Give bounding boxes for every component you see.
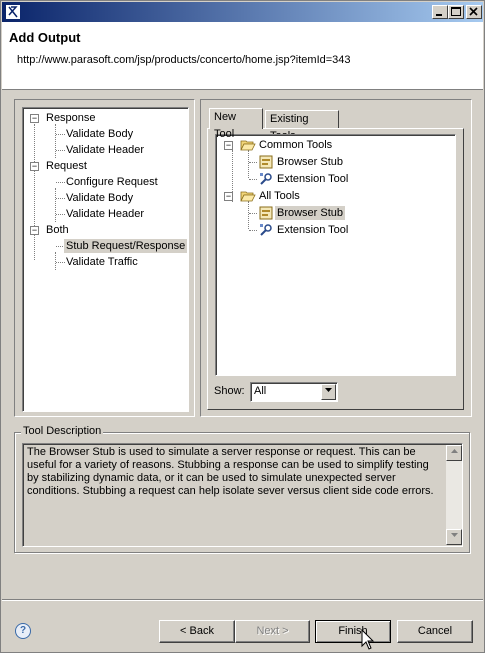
tree-item-validate-header[interactable]: Validate Header [66,206,144,222]
tree-item-validate-body[interactable]: Validate Body [66,126,133,142]
tree-item-label: Browser Stub [277,156,344,168]
tree-item-label: Extension Tool [277,224,349,236]
tree-item-label: Validate Header [66,144,145,156]
tree-node-label: All Tools [259,190,300,202]
tool-tree[interactable]: − Common Tools Browser Stub Extension To… [215,134,456,376]
folder-open-icon [240,191,256,202]
show-label: Show: [214,385,245,397]
header-url: http://www.parasoft.com/jsp/products/con… [17,54,351,66]
tree-item-extension-tool[interactable]: Extension Tool [277,171,348,187]
show-select-value: All [254,385,267,397]
button-separator [2,599,483,601]
tree-item-stub-request-response[interactable]: Stub Request/Response [64,238,188,254]
back-button[interactable]: < Back [159,620,235,643]
minimize-button[interactable] [432,5,448,19]
tree-item-label: Browser Stub [275,206,346,220]
tab-label: New Tool [214,111,237,140]
tree-node-all-tools[interactable]: All Tools [259,188,300,204]
tree-node-response[interactable]: Response [46,110,96,126]
cancel-button[interactable]: Cancel [397,620,473,643]
tool-description-label: Tool Description [21,425,104,437]
chevron-up-icon [450,449,458,453]
show-select[interactable]: All [250,382,338,402]
minimize-icon [436,14,442,16]
tree-node-label: Common Tools [259,139,333,151]
close-button[interactable] [466,5,482,19]
tree-node-label: Both [46,224,69,236]
tree-item-extension-tool[interactable]: Extension Tool [277,222,348,238]
tree-item-validate-traffic[interactable]: Validate Traffic [66,254,138,270]
chevron-down-icon [450,533,458,537]
dialog-header: Add Output http://www.parasoft.com/jsp/p… [2,22,483,90]
collapse-icon[interactable]: − [224,192,233,201]
tree-item-validate-header[interactable]: Validate Header [66,142,144,158]
help-button[interactable]: ? [15,623,31,639]
folder-open-icon [240,140,256,151]
scroll-down-button[interactable] [446,529,462,545]
next-button-label: Next > [256,625,289,637]
tree-item-label: Validate Traffic [66,256,138,268]
collapse-icon[interactable]: − [30,162,39,171]
browser-stub-icon [259,206,273,220]
tree-node-both[interactable]: Both [46,222,69,238]
tree-node-label: Response [46,112,96,124]
app-icon [6,5,20,19]
cancel-button-label: Cancel [417,625,453,637]
tree-item-label: Configure Request [66,176,158,188]
title-bar[interactable] [2,2,483,22]
add-output-dialog: Add Output http://www.parasoft.com/jsp/p… [0,0,485,653]
extension-tool-icon [260,224,272,236]
finish-button[interactable]: Finish [315,620,391,643]
tab-existing-tools[interactable]: Existing Tools [265,110,339,142]
tool-description-text: The Browser Stub is used to simulate a s… [27,446,434,497]
maximize-icon [451,7,461,16]
maximize-button[interactable] [448,5,464,19]
tree-node-label: Request [46,160,87,172]
tree-item-label: Validate Header [66,208,145,220]
close-icon [469,7,478,16]
scroll-up-button[interactable] [446,445,462,461]
browser-stub-icon [259,155,273,169]
tree-item-browser-stub-selected[interactable]: Browser Stub [275,205,346,221]
tree-item-configure-request[interactable]: Configure Request [66,174,158,190]
chevron-down-icon [325,388,332,392]
vertical-scrollbar[interactable] [446,445,462,545]
help-icon: ? [19,625,27,636]
tree-item-label: Extension Tool [277,173,349,185]
next-button[interactable]: Next > [235,620,310,643]
dropdown-button[interactable] [321,384,336,400]
output-type-tree[interactable]: − Response Validate Body Validate Header… [22,107,189,412]
collapse-icon[interactable]: − [30,226,39,235]
tree-node-request[interactable]: Request [46,158,87,174]
tree-item-label: Validate Body [66,192,134,204]
tree-node-common-tools[interactable]: Common Tools [259,137,332,153]
tool-description-textarea[interactable]: The Browser Stub is used to simulate a s… [22,443,463,547]
dialog-title: Add Output [9,30,81,45]
collapse-icon[interactable]: − [30,114,39,123]
tree-item-validate-body[interactable]: Validate Body [66,190,133,206]
tree-item-label: Stub Request/Response [64,239,188,253]
back-button-label: < Back [180,625,214,637]
tree-item-browser-stub[interactable]: Browser Stub [277,154,343,170]
tab-new-tool[interactable]: New Tool [209,108,263,140]
extension-tool-icon [260,173,272,185]
tree-item-label: Validate Body [66,128,134,140]
mouse-cursor-icon [361,629,375,650]
